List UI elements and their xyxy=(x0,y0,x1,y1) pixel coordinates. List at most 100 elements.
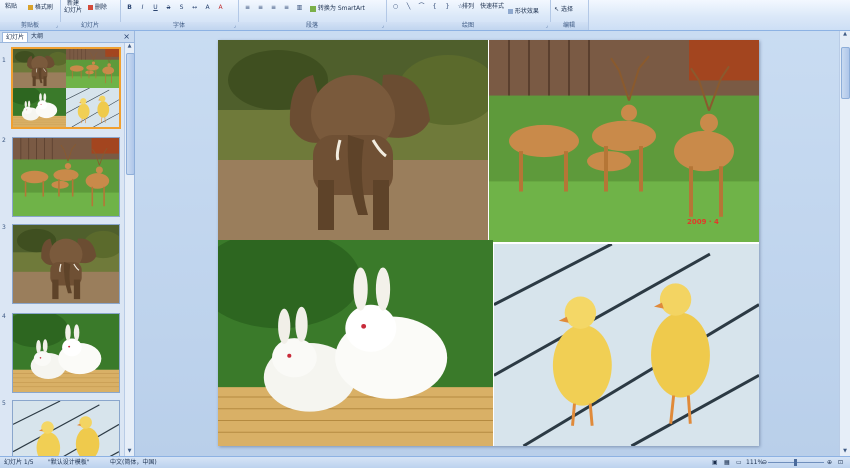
deer-photo-caption: 2009 · 4 xyxy=(687,218,719,226)
slide-thumbnail-4[interactable] xyxy=(12,313,120,393)
elephant-photo[interactable] xyxy=(218,40,488,240)
status-bar: 幻灯片 1/5 "默认设计模板" 中文(简体，中国) ▣ ▦ ▭ 111% ⊖ … xyxy=(0,456,850,468)
deer-photo[interactable]: 2009 · 4 xyxy=(489,40,759,242)
slide-number: 4 xyxy=(2,313,6,320)
convert-smartart-button[interactable]: 转换为 SmartArt xyxy=(310,3,365,12)
shadow-icon[interactable]: S xyxy=(176,3,187,13)
slide-scroll-down-icon[interactable]: ▼ xyxy=(840,448,850,456)
thumbnail-2-image xyxy=(13,138,119,216)
new-slide-label-2: 幻灯片 xyxy=(64,7,83,14)
align-center-icon[interactable]: ≡ xyxy=(255,3,266,13)
slides-group: 新建 幻灯片 删除 幻灯片 xyxy=(60,0,121,30)
ribbon: 粘贴 格式刷 剪贴板 ⌟ 新建 幻灯片 删除 幻灯片 B I U a S ↔ A… xyxy=(0,0,850,31)
scroll-up-icon[interactable]: ▲ xyxy=(125,43,134,51)
clipboard-group-label: 剪贴板 xyxy=(0,22,60,30)
font-toolbar: B I U a S ↔ A A xyxy=(124,3,226,13)
arrange-button[interactable]: 排列 xyxy=(462,1,474,10)
format-painter-label: 格式刷 xyxy=(34,4,53,11)
clipboard-group: 粘贴 格式刷 剪贴板 ⌟ xyxy=(0,0,61,30)
align-right-icon[interactable]: ≡ xyxy=(268,3,279,13)
delete-slide-button[interactable]: 删除 xyxy=(88,2,107,11)
shape-line-icon[interactable]: ╲ xyxy=(403,2,414,12)
slide-scroll-thumb[interactable] xyxy=(841,47,850,99)
char-spacing-icon[interactable]: ↔ xyxy=(189,3,200,13)
shape-effects-button[interactable]: 形状效果 xyxy=(508,6,539,15)
tab-slides[interactable]: 幻灯片 xyxy=(2,32,29,42)
font-group: B I U a S ↔ A A 字体 ⌟ xyxy=(120,0,239,30)
paragraph-dialog-launcher-icon[interactable]: ⌟ xyxy=(382,23,384,29)
shape-curve-icon[interactable]: ⌒ xyxy=(416,2,427,12)
slide-thumbnail-1[interactable] xyxy=(11,47,121,129)
columns-icon[interactable]: ▥ xyxy=(294,3,305,13)
change-case-icon[interactable]: A xyxy=(202,3,213,13)
slide-thumbnail-3[interactable] xyxy=(12,224,120,304)
scroll-down-icon[interactable]: ▼ xyxy=(125,448,134,456)
format-painter-button[interactable]: 格式刷 xyxy=(28,2,53,11)
editing-group: ↖ 选择 编辑 xyxy=(550,0,589,30)
zoom-in-icon[interactable]: ⊕ xyxy=(827,457,832,468)
slide-thumbnail-5[interactable] xyxy=(12,400,120,456)
shape-brace-icon[interactable]: { xyxy=(429,2,440,12)
thumbnail-5-image xyxy=(13,401,119,456)
shape-effects-icon xyxy=(508,9,513,14)
zoom-level[interactable]: 111% xyxy=(746,457,763,468)
slide-number: 1 xyxy=(2,57,6,64)
shape-circle-icon[interactable]: ○ xyxy=(390,2,401,12)
clipboard-dialog-launcher-icon[interactable]: ⌟ xyxy=(56,23,58,29)
shape-effects-label: 形状效果 xyxy=(514,8,539,15)
close-panel-icon[interactable]: × xyxy=(123,31,130,42)
font-dialog-launcher-icon[interactable]: ⌟ xyxy=(234,23,236,29)
zoom-out-icon[interactable]: ⊖ xyxy=(762,457,767,468)
paragraph-group: ≡ ≡ ≡ ≡ ▥ 转换为 SmartArt 段落 ⌟ xyxy=(238,0,387,30)
slide-scroll-up-icon[interactable]: ▲ xyxy=(840,31,850,39)
new-slide-label-1: 新建 xyxy=(67,0,80,7)
panel-tabs: 幻灯片 大纲 × xyxy=(0,31,134,43)
slide-thumbnail-2[interactable] xyxy=(12,137,120,217)
language-indicator[interactable]: 中文(简体，中国) xyxy=(110,457,157,468)
editing-group-label: 编辑 xyxy=(550,22,588,30)
underline-icon[interactable]: U xyxy=(150,3,161,13)
ducklings-photo[interactable] xyxy=(494,244,759,446)
panel-scrollbar[interactable]: ▲ ▼ xyxy=(124,43,135,456)
cursor-icon: ↖ xyxy=(554,6,560,13)
strikethrough-icon[interactable]: a xyxy=(163,3,174,13)
thumbnail-4-image xyxy=(13,314,119,392)
paste-button[interactable]: 粘贴 xyxy=(5,1,17,10)
rabbits-photo[interactable] xyxy=(218,240,493,446)
align-left-icon[interactable]: ≡ xyxy=(242,3,253,13)
delete-icon xyxy=(88,5,93,10)
new-slide-button[interactable]: 新建 幻灯片 xyxy=(64,0,82,14)
fit-window-icon[interactable]: ⊡ xyxy=(838,457,843,468)
smartart-icon xyxy=(310,5,316,12)
tab-outline[interactable]: 大纲 xyxy=(28,32,46,41)
drawing-dialog-launcher-icon[interactable]: ⌟ xyxy=(546,23,548,29)
smartart-label: 转换为 SmartArt xyxy=(317,5,365,12)
select-button[interactable]: ↖ 选择 xyxy=(554,4,573,13)
normal-view-icon[interactable]: ▣ xyxy=(712,457,718,468)
shapes-gallery: ○ ╲ ⌒ { } ☆ xyxy=(390,2,466,12)
thumbnail-1-image xyxy=(13,49,119,127)
shape-brace-right-icon[interactable]: } xyxy=(442,2,453,12)
slide-scrollbar[interactable]: ▲ ▼ xyxy=(839,31,850,456)
justify-icon[interactable]: ≡ xyxy=(281,3,292,13)
slide-number: 3 xyxy=(2,224,6,231)
thumbnail-3-image xyxy=(13,225,119,303)
arrange-label: 排列 xyxy=(462,3,475,10)
font-color-icon[interactable]: A xyxy=(215,3,226,13)
bold-icon[interactable]: B xyxy=(124,3,135,13)
slide-number: 5 xyxy=(2,400,6,407)
sorter-view-icon[interactable]: ▦ xyxy=(724,457,730,468)
drawing-group: ○ ╲ ⌒ { } ☆ 排列 快速样式 形状效果 绘图 ⌟ xyxy=(386,0,551,30)
paste-label: 粘贴 xyxy=(5,3,18,10)
select-label: 选择 xyxy=(560,6,573,13)
panel-scroll-thumb[interactable] xyxy=(126,53,135,175)
quick-styles-label: 快速样式 xyxy=(480,3,505,10)
slide-editor: 2009 · 4 xyxy=(135,31,840,456)
drawing-group-label: 绘图 xyxy=(386,22,550,30)
italic-icon[interactable]: I xyxy=(137,3,148,13)
slides-group-label: 幻灯片 xyxy=(60,22,120,30)
current-slide[interactable]: 2009 · 4 xyxy=(218,40,759,446)
zoom-slider-knob[interactable] xyxy=(794,459,797,466)
slideshow-view-icon[interactable]: ▭ xyxy=(736,457,742,468)
quick-styles-button[interactable]: 快速样式 xyxy=(480,1,504,10)
